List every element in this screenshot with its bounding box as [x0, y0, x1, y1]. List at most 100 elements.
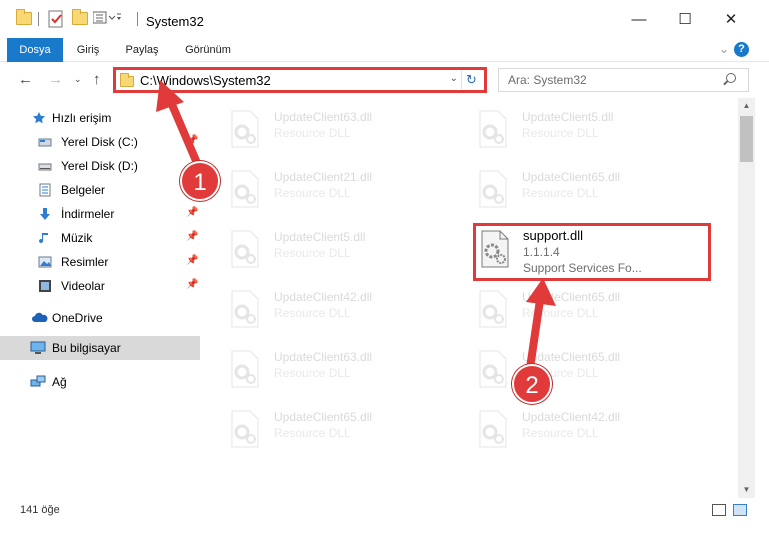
file-item[interactable]: UpdateClient42.dll Resource DLL — [450, 400, 690, 452]
search-icon — [726, 73, 736, 83]
ribbon-tabs: Dosya Giriş Paylaş Görünüm ⌄ ? — [0, 38, 769, 62]
up-arrow-icon[interactable]: ↑ — [93, 71, 101, 88]
dll-file-icon — [231, 170, 259, 208]
maximize-button[interactable]: ☐ — [672, 8, 698, 32]
new-folder-icon[interactable] — [72, 9, 88, 25]
dll-file-icon — [479, 290, 507, 328]
scroll-up-icon[interactable]: ▲ — [738, 98, 755, 114]
file-type: Resource DLL — [274, 306, 351, 320]
sidebar-item-this-pc[interactable]: Bu bilgisayar — [0, 336, 200, 360]
vertical-scrollbar[interactable]: ▲ ▼ — [738, 98, 755, 498]
documents-icon — [39, 183, 51, 197]
scroll-thumb[interactable] — [740, 116, 753, 162]
separator — [137, 12, 138, 26]
file-item[interactable]: UpdateClient65.dll Resource DLL — [450, 340, 690, 392]
file-type: Resource DLL — [522, 186, 599, 200]
file-type: Resource DLL — [274, 186, 351, 200]
sidebar-item-documents[interactable]: Belgeler — [0, 178, 200, 202]
sidebar-item-label: Yerel Disk (D:) — [61, 159, 138, 173]
file-item[interactable]: UpdateClient65.dll Resource DLL — [450, 280, 690, 332]
sidebar-item-music[interactable]: Müzik 📌 — [0, 226, 200, 250]
tab-gorunum[interactable]: Görünüm — [176, 38, 240, 62]
file-name: UpdateClient65.dll — [522, 170, 621, 184]
sidebar-item-local-disk-c[interactable]: Yerel Disk (C:) 📌 — [0, 130, 200, 154]
recent-locations-icon[interactable]: ⌄ — [74, 74, 82, 85]
large-icons-view-icon[interactable] — [733, 504, 747, 516]
sidebar-item-pictures[interactable]: Resimler 📌 — [0, 250, 200, 274]
tab-dosya[interactable]: Dosya — [7, 38, 63, 62]
file-name: UpdateClient21.dll — [274, 170, 373, 184]
address-bar[interactable]: C:\Windows\System32 ⌄ ↻ — [113, 67, 487, 93]
file-item[interactable]: UpdateClient5.dll Resource DLL — [450, 100, 690, 152]
scroll-down-icon[interactable]: ▼ — [738, 482, 755, 498]
search-input[interactable]: Ara: System32 — [498, 68, 749, 92]
minimize-button[interactable]: — — [626, 8, 652, 32]
dll-file-icon — [231, 350, 259, 388]
window-title: System32 — [146, 14, 204, 29]
close-button[interactable]: ✕ — [718, 8, 744, 32]
sidebar-item-videos[interactable]: Videolar 📌 — [0, 274, 200, 298]
forward-arrow-icon[interactable]: → — [48, 71, 63, 88]
pictures-icon — [38, 256, 52, 268]
file-name: UpdateClient65.dll — [522, 350, 621, 364]
drive-icon — [38, 138, 52, 147]
music-icon — [39, 233, 48, 244]
dll-file-icon — [479, 410, 507, 448]
star-icon — [33, 112, 45, 124]
file-type: Resource DLL — [274, 366, 351, 380]
drive-icon — [38, 163, 52, 171]
sidebar-item-label: İndirmeler — [61, 207, 115, 221]
file-list: UpdateClient63.dll Resource DLL UpdateCl… — [202, 98, 738, 498]
sidebar-item-quick-access[interactable]: Hızlı erişim — [0, 106, 200, 130]
dll-file-icon — [231, 410, 259, 448]
pin-icon: 📌 — [186, 231, 199, 242]
file-type: Resource DLL — [274, 126, 351, 140]
file-item[interactable]: UpdateClient42.dll Resource DLL — [202, 280, 442, 332]
chevron-down-icon[interactable]: ⌄ — [450, 73, 458, 84]
title-bar: System32 — ☐ ✕ — [0, 0, 769, 40]
sidebar-item-downloads[interactable]: İndirmeler 📌 — [0, 202, 200, 226]
status-bar: 141 öğe — [0, 498, 769, 538]
navigation-bar: ← → ⌄ ↑ C:\Windows\System32 ⌄ ↻ Ara: Sys… — [0, 62, 769, 98]
file-item[interactable]: UpdateClient21.dll Resource DLL — [202, 160, 442, 212]
chevron-down-icon[interactable]: ⌄ — [719, 42, 729, 56]
cloud-icon — [32, 312, 48, 322]
refresh-icon[interactable]: ↻ — [461, 71, 481, 89]
tab-giris[interactable]: Giriş — [66, 38, 110, 62]
dll-file-icon — [479, 170, 507, 208]
sidebar-item-local-disk-d[interactable]: Yerel Disk (D:) — [0, 154, 200, 178]
pin-icon: 📌 — [186, 279, 199, 290]
file-name: UpdateClient42.dll — [274, 290, 373, 304]
file-item[interactable]: UpdateClient65.dll Resource DLL — [202, 400, 442, 452]
back-arrow-icon[interactable]: ← — [18, 71, 33, 88]
pin-icon: 📌 — [186, 255, 199, 266]
properties-icon[interactable] — [48, 10, 64, 28]
sidebar-item-label: Müzik — [61, 231, 93, 245]
file-item[interactable]: UpdateClient63.dll Resource DLL — [202, 100, 442, 152]
item-count: 141 öğe — [20, 504, 60, 516]
customize-toolbar-icon[interactable] — [93, 11, 121, 25]
file-name: UpdateClient63.dll — [274, 110, 373, 124]
dll-file-icon — [479, 350, 507, 388]
file-item[interactable]: UpdateClient65.dll Resource DLL — [450, 160, 690, 212]
file-type: Resource DLL — [522, 426, 599, 440]
dll-file-icon — [231, 290, 259, 328]
file-item[interactable]: UpdateClient63.dll Resource DLL — [202, 340, 442, 392]
sidebar-item-label: Yerel Disk (C:) — [61, 135, 138, 149]
details-view-icon[interactable] — [712, 504, 726, 516]
file-type: Resource DLL — [522, 126, 599, 140]
sidebar-item-label: Hızlı erişim — [52, 111, 112, 125]
tab-paylas[interactable]: Paylaş — [118, 38, 166, 62]
file-name: UpdateClient65.dll — [522, 290, 621, 304]
search-placeholder: Ara: System32 — [508, 73, 587, 87]
help-icon[interactable]: ? — [734, 42, 749, 57]
sidebar-item-label: OneDrive — [52, 311, 103, 325]
file-type: Resource DLL — [274, 246, 351, 260]
file-item[interactable]: UpdateClient5.dll Resource DLL — [202, 220, 442, 272]
sidebar-item-label: Bu bilgisayar — [52, 341, 121, 355]
file-name: UpdateClient63.dll — [274, 350, 373, 364]
sidebar-item-label: Videolar — [61, 279, 105, 293]
folder-icon — [120, 73, 134, 87]
sidebar-item-network[interactable]: Ağ — [0, 370, 200, 394]
sidebar-item-onedrive[interactable]: OneDrive — [0, 306, 200, 330]
